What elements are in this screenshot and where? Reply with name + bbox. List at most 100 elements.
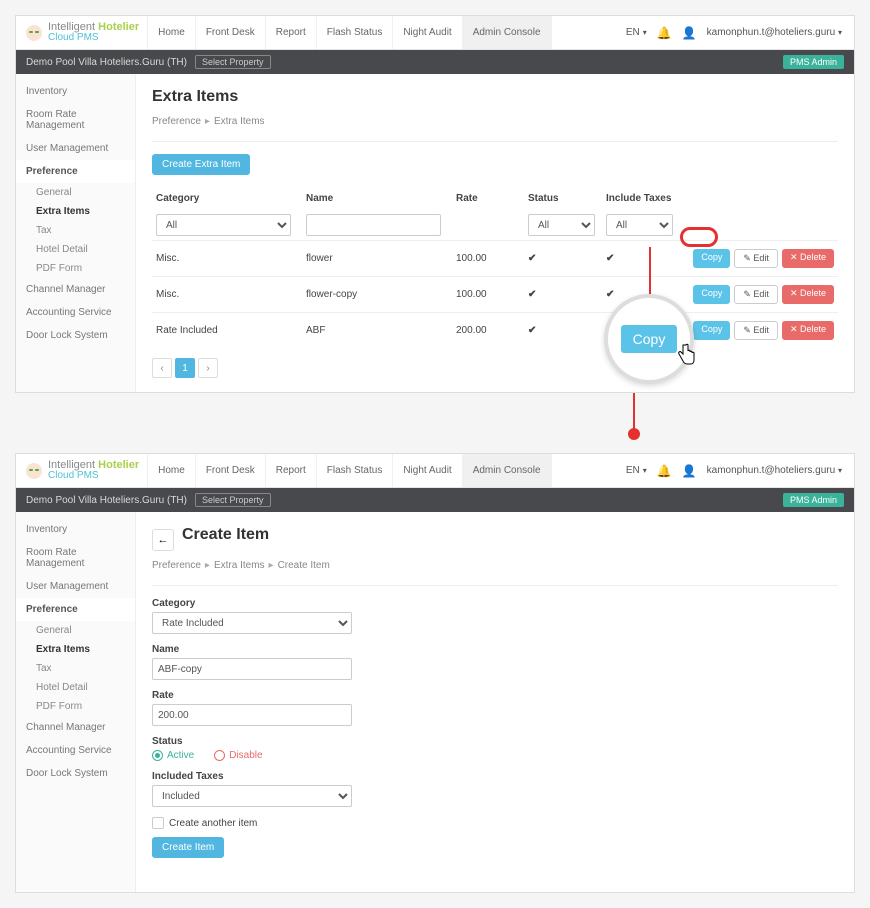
nav-home[interactable]: Home <box>148 454 196 487</box>
table-row: Misc. flower-copy 100.00 ✔ ✔ Copy ✎ Edit… <box>152 276 838 312</box>
delete-button[interactable]: ✕ Delete <box>782 249 834 268</box>
nav-report[interactable]: Report <box>266 454 317 487</box>
sidebar-pref-tax[interactable]: Tax <box>16 221 135 240</box>
nav-adminconsole[interactable]: Admin Console <box>463 16 552 49</box>
nav-nightaudit[interactable]: Night Audit <box>393 454 462 487</box>
property-name: Demo Pool Villa Hoteliers.Guru (TH) <box>26 495 187 506</box>
create-item-button[interactable]: Create Item <box>152 837 224 858</box>
page-title: Create Item <box>182 526 269 544</box>
delete-button[interactable]: ✕ Delete <box>782 321 834 340</box>
label-name: Name <box>152 644 838 655</box>
rate-input[interactable] <box>152 704 352 726</box>
included-taxes-select[interactable]: Included <box>152 785 352 807</box>
user-icon: 👤 <box>682 464 697 478</box>
sidebar-pref-hoteldetail[interactable]: Hotel Detail <box>16 678 135 697</box>
nav-flashstatus[interactable]: Flash Status <box>317 454 394 487</box>
create-extra-item-button[interactable]: Create Extra Item <box>152 154 250 175</box>
delete-button[interactable]: ✕ Delete <box>782 285 834 304</box>
pms-admin-badge[interactable]: PMS Admin <box>783 55 844 69</box>
sidebar-usermgmt[interactable]: User Management <box>16 137 135 160</box>
check-icon: ✔ <box>524 281 602 308</box>
label-category: Category <box>152 598 838 609</box>
label-rate: Rate <box>152 690 838 701</box>
category-select[interactable]: Rate Included <box>152 612 352 634</box>
check-icon: ✔ <box>524 245 602 272</box>
check-icon: ✔ <box>524 317 602 344</box>
col-taxes: Include Taxes <box>602 187 680 210</box>
breadcrumb: Preference▸Extra Items▸Create Item <box>152 560 838 571</box>
sidebar-roomrate[interactable]: Room Rate Management <box>16 541 135 575</box>
page-next[interactable]: › <box>198 358 218 378</box>
nav-nightaudit[interactable]: Night Audit <box>393 16 462 49</box>
check-icon: ✔ <box>602 317 680 344</box>
language-selector[interactable]: EN▾ <box>626 27 647 38</box>
status-active-radio[interactable]: Active <box>152 750 194 761</box>
sidebar-channelmgr[interactable]: Channel Manager <box>16 278 135 301</box>
sidebar-pref-pdfform[interactable]: PDF Form <box>16 697 135 716</box>
nav-flashstatus[interactable]: Flash Status <box>317 16 394 49</box>
page-prev[interactable]: ‹ <box>152 358 172 378</box>
table-row: Misc. flower 100.00 ✔ ✔ Copy ✎ Edit ✕ De… <box>152 240 838 276</box>
back-button[interactable]: ← <box>152 529 174 551</box>
pms-admin-badge[interactable]: PMS Admin <box>783 493 844 507</box>
app-logo: Intelligent Hotelier Cloud PMS <box>16 454 148 487</box>
sidebar-pref-pdfform[interactable]: PDF Form <box>16 259 135 278</box>
bell-icon[interactable]: 🔔 <box>657 26 672 40</box>
check-icon: ✔ <box>602 245 680 272</box>
select-property-button[interactable]: Select Property <box>195 55 271 69</box>
sidebar-pref-hoteldetail[interactable]: Hotel Detail <box>16 240 135 259</box>
copy-button[interactable]: Copy <box>693 249 730 268</box>
sidebar-accounting[interactable]: Accounting Service <box>16 739 135 762</box>
nav-report[interactable]: Report <box>266 16 317 49</box>
user-menu[interactable]: kamonphun.t@hoteliers.guru ▾ <box>707 27 842 38</box>
sidebar-pref-extraitems[interactable]: Extra Items <box>16 202 135 221</box>
name-input[interactable] <box>152 658 352 680</box>
sidebar-preference[interactable]: Preference <box>16 160 135 183</box>
col-category: Category <box>152 187 302 210</box>
bell-icon[interactable]: 🔔 <box>657 464 672 478</box>
edit-button[interactable]: ✎ Edit <box>734 285 778 304</box>
sidebar-inventory[interactable]: Inventory <box>16 518 135 541</box>
nav-adminconsole[interactable]: Admin Console <box>463 454 552 487</box>
edit-button[interactable]: ✎ Edit <box>734 321 778 340</box>
create-another-checkbox[interactable]: Create another item <box>152 817 838 829</box>
sidebar-inventory[interactable]: Inventory <box>16 80 135 103</box>
app-logo: Intelligent Hotelier Cloud PMS <box>16 16 148 49</box>
sidebar-doorlock[interactable]: Door Lock System <box>16 324 135 347</box>
filter-category[interactable]: All <box>156 214 291 236</box>
property-name: Demo Pool Villa Hoteliers.Guru (TH) <box>26 57 187 68</box>
breadcrumb: Preference▸Extra Items <box>152 116 838 127</box>
nav-frontdesk[interactable]: Front Desk <box>196 16 266 49</box>
sidebar-accounting[interactable]: Accounting Service <box>16 301 135 324</box>
nav-home[interactable]: Home <box>148 16 196 49</box>
hand-cursor-icon <box>675 343 697 373</box>
col-rate: Rate <box>452 187 524 210</box>
table-row: Rate Included ABF 200.00 ✔ ✔ Copy ✎ Edit… <box>152 312 838 348</box>
sidebar-doorlock[interactable]: Door Lock System <box>16 762 135 785</box>
filter-status[interactable]: All <box>528 214 595 236</box>
sidebar-channelmgr[interactable]: Channel Manager <box>16 716 135 739</box>
sidebar-pref-tax[interactable]: Tax <box>16 659 135 678</box>
col-status: Status <box>524 187 602 210</box>
nav-frontdesk[interactable]: Front Desk <box>196 454 266 487</box>
page-1[interactable]: 1 <box>175 358 195 378</box>
label-status: Status <box>152 736 838 747</box>
check-icon: ✔ <box>602 281 680 308</box>
sidebar-roomrate[interactable]: Room Rate Management <box>16 103 135 137</box>
page-title: Extra Items <box>152 88 838 106</box>
sidebar-preference[interactable]: Preference <box>16 598 135 621</box>
language-selector[interactable]: EN▾ <box>626 465 647 476</box>
copy-button[interactable]: Copy <box>693 321 730 340</box>
sidebar-usermgmt[interactable]: User Management <box>16 575 135 598</box>
user-menu[interactable]: kamonphun.t@hoteliers.guru ▾ <box>707 465 842 476</box>
select-property-button[interactable]: Select Property <box>195 493 271 507</box>
sidebar-pref-extraitems[interactable]: Extra Items <box>16 640 135 659</box>
filter-name[interactable] <box>306 214 441 236</box>
status-disable-radio[interactable]: Disable <box>214 750 262 761</box>
sidebar-pref-general[interactable]: General <box>16 621 135 640</box>
edit-button[interactable]: ✎ Edit <box>734 249 778 268</box>
copy-button[interactable]: Copy <box>693 285 730 304</box>
filter-taxes[interactable]: All <box>606 214 673 236</box>
sidebar-pref-general[interactable]: General <box>16 183 135 202</box>
label-included-taxes: Included Taxes <box>152 771 838 782</box>
